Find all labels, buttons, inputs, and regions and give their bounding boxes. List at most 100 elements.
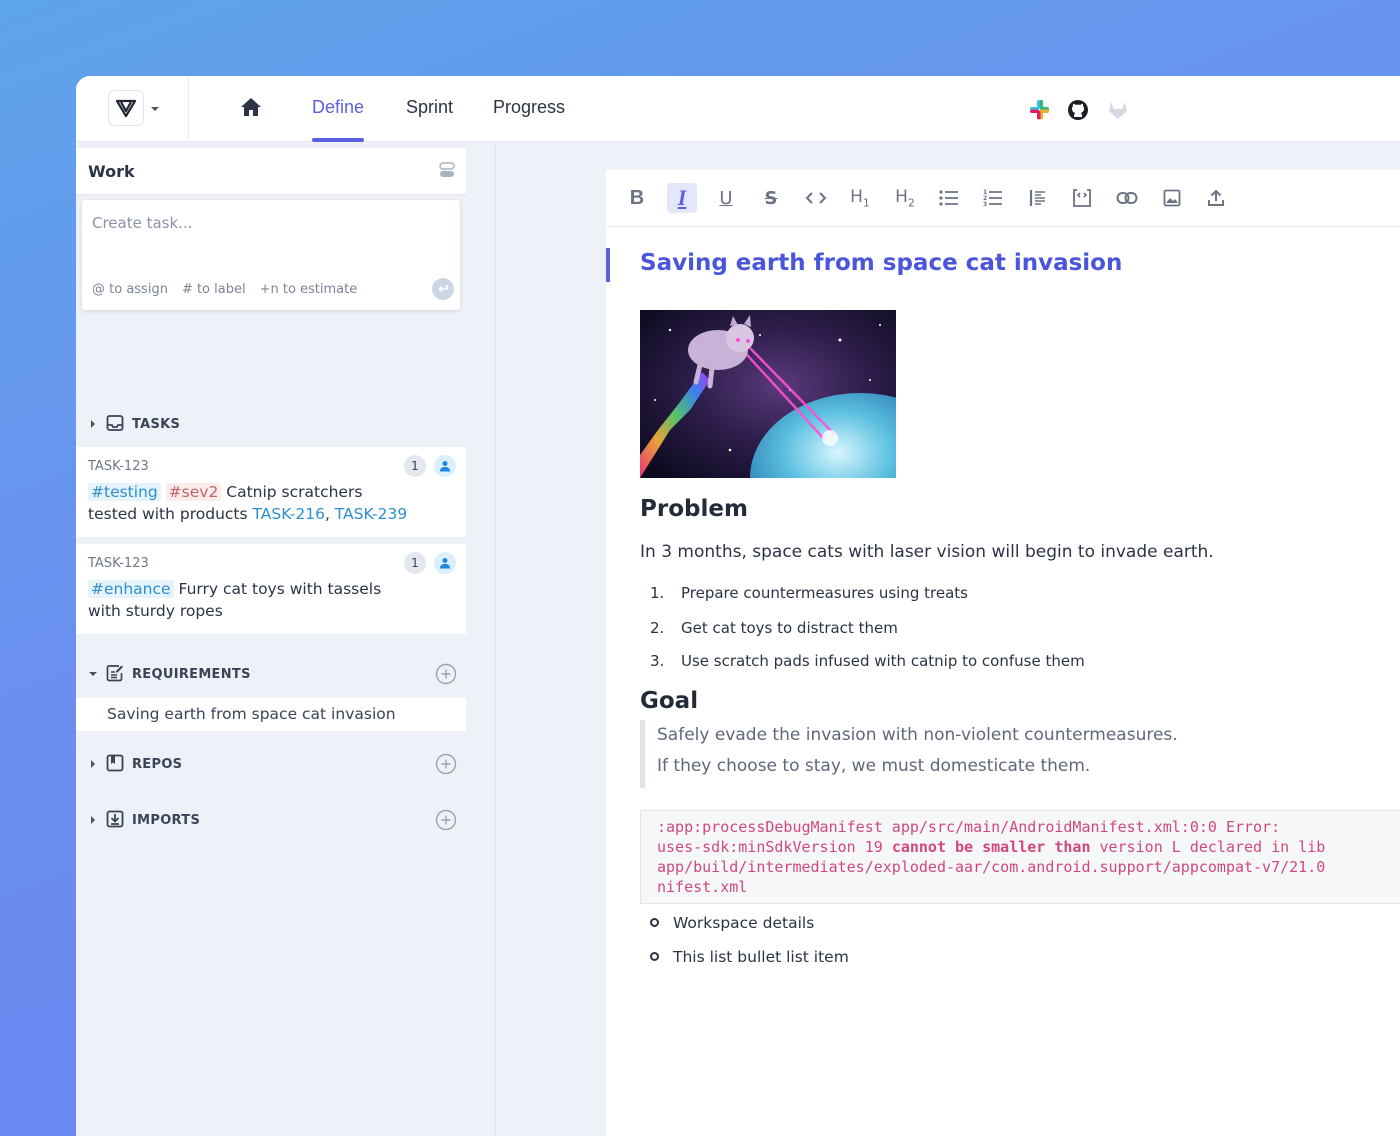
blockquote[interactable]: Safely evade the invasion with non-viole…: [640, 720, 1240, 788]
space-cat-image[interactable]: [640, 310, 896, 478]
list-item[interactable]: 1. Prepare countermeasures using treats: [650, 584, 968, 602]
task-card[interactable]: TASK-123 #enhance Furry cat toys with ta…: [76, 544, 466, 634]
list-number: 3.: [650, 652, 665, 670]
section-tasks[interactable]: TASKS: [76, 411, 466, 439]
underline-button[interactable]: U: [711, 183, 741, 213]
bullet-text: This list bullet list item: [673, 948, 849, 966]
bullet-item[interactable]: Workspace details: [650, 914, 814, 932]
bullet-item[interactable]: This list bullet list item: [650, 948, 849, 966]
tab-sprint[interactable]: Sprint: [406, 76, 453, 142]
hint-label: # to label: [181, 282, 246, 297]
blockquote-button[interactable]: [1023, 183, 1053, 213]
chevron-right-icon: [91, 420, 95, 428]
section-requirements[interactable]: REQUIREMENTS: [76, 661, 466, 689]
section-repos[interactable]: REPOS: [76, 751, 466, 779]
assignee-avatar[interactable]: [434, 552, 456, 574]
upload-button[interactable]: [1201, 183, 1231, 213]
submit-task-button[interactable]: [432, 278, 454, 300]
heading-problem[interactable]: Problem: [640, 496, 748, 522]
code-block[interactable]: :app:processDebugManifest app/src/main/A…: [640, 810, 1400, 904]
top-nav: Define Sprint Progress: [76, 76, 1400, 142]
quote-line: Safely evade the invasion with non-viole…: [657, 725, 1178, 745]
section-label: TASKS: [132, 417, 181, 432]
bold-button[interactable]: B: [622, 183, 652, 213]
bullet-icon: [650, 918, 659, 927]
heading-goal[interactable]: Goal: [640, 688, 698, 714]
task-link[interactable]: TASK-239: [335, 505, 407, 523]
left-panel: Work Create task... @ to assign # to lab…: [76, 142, 496, 1136]
svg-text:3: 3: [983, 201, 987, 207]
home-icon[interactable]: [239, 96, 263, 118]
assignee-avatar[interactable]: [434, 455, 456, 477]
tag-testing[interactable]: #testing: [88, 483, 161, 501]
bullet-icon: [650, 952, 659, 961]
add-icon[interactable]: [435, 753, 457, 775]
image-button[interactable]: [1157, 183, 1187, 213]
upload-icon: [1208, 189, 1224, 206]
italic-icon: I: [677, 185, 687, 210]
link-button[interactable]: [1112, 183, 1142, 213]
bullet-list-icon: [939, 190, 958, 206]
code-block-button[interactable]: [1067, 183, 1097, 213]
list-item[interactable]: 3. Use scratch pads infused with catnip t…: [650, 652, 1085, 670]
requirement-item[interactable]: Saving earth from space cat invasion: [76, 698, 466, 731]
heading-1-icon: H1: [850, 186, 870, 210]
list-item[interactable]: 2. Get cat toys to distract them: [650, 619, 898, 637]
space-cat-illustration: [640, 310, 896, 478]
section-imports[interactable]: IMPORTS: [76, 807, 466, 835]
workspace-logo-button[interactable]: [108, 90, 144, 126]
code-line: :app:processDebugManifest app/src/main/A…: [657, 818, 1281, 836]
code-line: app/build/intermediates/exploded-aar/com…: [657, 858, 1326, 876]
blockquote-icon: [1029, 190, 1045, 206]
task-text: #testing #sev2 Catnip scratchers tested …: [88, 483, 408, 523]
tab-define[interactable]: Define: [312, 76, 365, 142]
tag-enhance[interactable]: #enhance: [88, 580, 174, 598]
tag-sev2[interactable]: #sev2: [165, 483, 222, 501]
view-toggle-icon[interactable]: [439, 162, 455, 178]
bullet-list-button[interactable]: [934, 183, 964, 213]
code-block-icon: [1073, 189, 1091, 207]
repo-icon: [106, 754, 124, 772]
strikethrough-button[interactable]: S: [756, 183, 786, 213]
section-label: REQUIREMENTS: [132, 667, 251, 682]
app-window: Define Sprint Progress Work Create task.…: [76, 76, 1400, 1136]
slack-icon[interactable]: [1028, 98, 1052, 122]
task-card[interactable]: TASK-123 #testing #sev2 Catnip scratcher…: [76, 447, 466, 537]
document-title[interactable]: Saving earth from space cat invasion: [640, 250, 1122, 276]
create-task-input[interactable]: Create task...: [92, 214, 193, 232]
add-icon[interactable]: [435, 663, 457, 685]
task-title-cont: with sturdy ropes: [88, 602, 223, 620]
gitlab-icon[interactable]: [1106, 98, 1130, 122]
code-line: nifest.xml: [657, 878, 748, 896]
create-task-box[interactable]: Create task... @ to assign # to label +n…: [82, 200, 460, 310]
heading-2-icon: H2: [895, 186, 915, 210]
estimate-badge[interactable]: 1: [404, 455, 426, 477]
chevron-down-icon[interactable]: [150, 106, 160, 112]
github-icon[interactable]: [1066, 98, 1090, 122]
numbered-list-button[interactable]: 123: [978, 183, 1008, 213]
italic-button[interactable]: I: [667, 183, 697, 213]
task-link[interactable]: TASK-216: [253, 505, 325, 523]
heading-2-button[interactable]: H2: [890, 183, 920, 213]
import-icon: [106, 810, 124, 828]
edit-document-icon: [106, 665, 123, 682]
work-title: Work: [88, 162, 135, 181]
problem-paragraph[interactable]: In 3 months, space cats with laser visio…: [640, 542, 1214, 562]
heading-1-button[interactable]: H1: [845, 183, 875, 213]
hint-estimate: +n to estimate: [259, 282, 358, 297]
document-editor[interactable]: B I U S H1 H2 123 Saving earth from spac…: [606, 170, 1400, 1136]
add-icon[interactable]: [435, 809, 457, 831]
chevron-right-icon: [91, 760, 95, 768]
task-title: Catnip scratchers: [226, 483, 363, 501]
tab-progress[interactable]: Progress: [493, 76, 565, 142]
task-id: TASK-123: [88, 556, 149, 571]
bold-icon: B: [629, 186, 645, 209]
chevron-down-icon: [89, 672, 97, 676]
create-task-hints: @ to assign # to label +n to estimate: [92, 282, 357, 297]
bullet-text: Workspace details: [673, 914, 815, 932]
editor-toolbar: B I U S H1 H2 123: [606, 170, 1400, 227]
estimate-badge[interactable]: 1: [404, 552, 426, 574]
task-title-cont: tested with products: [88, 505, 248, 523]
inbox-icon: [106, 415, 124, 431]
code-button[interactable]: [801, 183, 831, 213]
